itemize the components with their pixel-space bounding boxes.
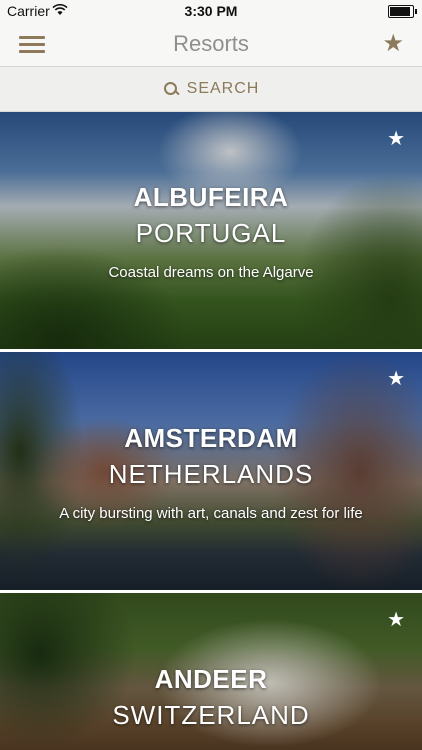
star-icon[interactable]: ★: [387, 366, 405, 391]
resort-country: PORTUGAL: [135, 218, 287, 248]
resort-city: AMSTERDAM: [124, 423, 298, 453]
resort-tagline: Coastal dreams on the Algarve: [108, 264, 314, 281]
resort-card-amsterdam[interactable]: ★ AMSTERDAM NETHERLANDS A city bursting …: [0, 352, 422, 590]
resort-tagline: A city bursting with art, canals and zes…: [59, 505, 363, 522]
page-title: Resorts: [173, 31, 249, 56]
search-button[interactable]: SEARCH: [0, 67, 422, 112]
resort-country: SWITZERLAND: [112, 700, 310, 730]
resort-card-albufeira[interactable]: ★ ALBUFEIRA PORTUGAL Coastal dreams on t…: [0, 112, 422, 349]
status-time: 3:30 PM: [184, 3, 238, 19]
navigation-bar: Resorts ★: [0, 22, 422, 67]
resort-card-andeer[interactable]: ★ ANDEER SWITZERLAND: [0, 593, 422, 750]
search-icon: [163, 81, 179, 97]
search-label: SEARCH: [186, 80, 260, 97]
battery-level: [390, 7, 410, 16]
status-bar: Carrier 3:30 PM: [0, 0, 422, 22]
star-icon[interactable]: ★: [387, 607, 405, 632]
favorites-star-icon[interactable]: ★: [382, 29, 404, 58]
star-icon[interactable]: ★: [387, 126, 405, 151]
battery-icon: [388, 5, 417, 18]
resort-country: NETHERLANDS: [108, 459, 314, 489]
resort-city: ANDEER: [154, 664, 268, 694]
resort-city: ALBUFEIRA: [133, 182, 289, 212]
